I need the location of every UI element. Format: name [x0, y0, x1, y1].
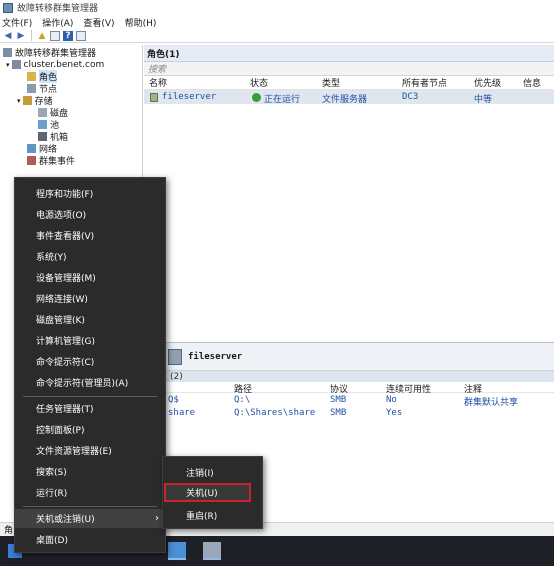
nodes-icon: [27, 84, 36, 93]
roles-icon: [27, 72, 36, 81]
menu-item-computer-management[interactable]: 计算机管理(G): [15, 331, 165, 350]
tree-item-pools[interactable]: 池: [38, 119, 59, 131]
menu-item-event-viewer[interactable]: 事件查看器(V): [15, 226, 165, 245]
menu-item-control-panel[interactable]: 控制面板(P): [15, 420, 165, 439]
cluster-icon: [11, 60, 21, 69]
menu-divider: [23, 396, 157, 397]
column-name[interactable]: 名称: [149, 76, 167, 89]
pool-icon: [38, 120, 47, 129]
menu-action[interactable]: 操作(A): [42, 16, 73, 29]
server-icon: [168, 348, 182, 365]
storage-icon: [22, 96, 32, 105]
menu-item-desktop[interactable]: 桌面(D): [15, 530, 165, 549]
winx-context-menu: 程序和功能(F) 电源选项(O) 事件查看器(V) 系统(Y) 设备管理器(M)…: [14, 177, 166, 553]
menu-file[interactable]: 文件(F): [2, 16, 32, 29]
menu-item-run[interactable]: 运行(R): [15, 483, 165, 502]
submenu-item-restart[interactable]: 重启(R): [163, 506, 262, 525]
file-server-role-icon: [150, 93, 158, 102]
cluster-manager-app-icon: [3, 2, 13, 13]
table-row[interactable]: share Q:\Shares\share SMB Yes: [144, 408, 554, 419]
column-priority[interactable]: 优先级: [474, 76, 501, 89]
menu-item-network-connections[interactable]: 网络连接(W): [15, 289, 165, 308]
tree-item-cluster[interactable]: ▾ cluster.benet.com: [6, 59, 104, 70]
menu-item-file-explorer[interactable]: 文件资源管理器(E): [15, 441, 165, 460]
menu-item-disk-management[interactable]: 磁盘管理(K): [15, 310, 165, 329]
menu-item-command-prompt[interactable]: 命令提示符(C): [15, 352, 165, 371]
shares-column-headers: 路径 协议 连续可用性 注释: [144, 382, 554, 395]
server-manager-taskbar-icon[interactable]: [168, 542, 186, 560]
submenu-item-shut-down[interactable]: 关机(U): [164, 483, 251, 502]
toolbar-divider: [31, 30, 32, 41]
column-owner-node[interactable]: 所有者节点: [402, 76, 447, 89]
detail-title: fileserver: [188, 351, 243, 362]
menu-item-system[interactable]: 系统(Y): [15, 247, 165, 266]
detail-header: fileserver: [144, 343, 554, 371]
tree-item-storage[interactable]: ▾ 存储: [17, 95, 53, 107]
table-row[interactable]: fileserver 正在运行 文件服务器 DC3 中等: [144, 90, 554, 105]
show-hide-action-pane-icon[interactable]: [76, 30, 86, 41]
disk-icon: [38, 108, 47, 117]
collapse-chevron-icon[interactable]: ▾: [17, 97, 21, 105]
tree-item-roles[interactable]: 角色: [27, 70, 58, 83]
cluster-manager-icon: [3, 48, 12, 57]
tree-item-root[interactable]: 故障转移群集管理器: [3, 47, 96, 59]
tree-item-nodes[interactable]: 节点: [27, 83, 57, 95]
roles-pane-header: 角色(1): [144, 45, 554, 62]
submenu-item-sign-out[interactable]: 注销(I): [163, 463, 262, 482]
menu-item-shutdown-signout[interactable]: 关机或注销(U) ›: [15, 509, 165, 528]
menu-item-task-manager[interactable]: 任务管理器(T): [15, 399, 165, 418]
status-text: 角: [4, 526, 14, 536]
help-icon[interactable]: ?: [63, 30, 73, 41]
events-icon: [27, 156, 36, 165]
window-title: 故障转移群集管理器: [17, 4, 99, 14]
column-info[interactable]: 信息: [523, 76, 541, 89]
tree-item-enclosures[interactable]: 机箱: [38, 131, 68, 143]
column-type[interactable]: 类型: [322, 76, 340, 89]
forward-arrow-icon[interactable]: ▶: [16, 31, 26, 41]
column-path[interactable]: 路径: [234, 382, 252, 395]
menu-item-command-prompt-admin[interactable]: 命令提示符(管理员)(A): [15, 373, 165, 392]
tree-item-disks[interactable]: 磁盘: [38, 107, 68, 119]
menu-item-device-manager[interactable]: 设备管理器(M): [15, 268, 165, 287]
menu-bar: 文件(F) 操作(A) 查看(V) 帮助(H): [0, 15, 554, 29]
back-arrow-icon[interactable]: ◀: [3, 31, 13, 41]
roles-column-headers: 名称 状态 类型 所有者节点 优先级 信息: [144, 76, 554, 90]
column-continuous-availability[interactable]: 连续可用性: [386, 382, 431, 395]
enclosure-icon: [38, 132, 47, 141]
cluster-manager-taskbar-icon[interactable]: [203, 542, 221, 560]
menu-divider: [23, 506, 157, 507]
tree-item-networks[interactable]: 网络: [27, 143, 57, 155]
submenu-arrow-icon: ›: [155, 513, 159, 524]
folder-up-icon[interactable]: ▲: [37, 31, 47, 41]
menu-item-programs-features[interactable]: 程序和功能(F): [15, 184, 165, 203]
collapse-chevron-icon[interactable]: ▾: [6, 61, 10, 69]
column-status[interactable]: 状态: [250, 76, 268, 89]
table-row[interactable]: Q$ Q:\ SMB No 群集默认共享: [144, 395, 554, 408]
shutdown-signout-label: 关机或注销(U): [36, 515, 95, 525]
window-title-bar: 故障转移群集管理器: [0, 0, 554, 15]
shutdown-submenu: 注销(I) 关机(U) 重启(R): [162, 456, 263, 529]
toolbar: ◀ ▶ ▲ ?: [0, 29, 554, 43]
show-hide-tree-icon[interactable]: [50, 30, 60, 41]
menu-help[interactable]: 帮助(H): [125, 16, 157, 29]
menu-view[interactable]: 查看(V): [83, 16, 114, 29]
running-status-icon: [252, 93, 261, 102]
shares-section-header[interactable]: (2): [144, 371, 554, 382]
menu-item-search[interactable]: 搜索(S): [15, 462, 165, 481]
roles-pane: 角色(1) 搜索 名称 状态 类型 所有者节点 优先级 信息 fileserve…: [144, 45, 554, 341]
menu-item-power-options[interactable]: 电源选项(O): [15, 205, 165, 224]
column-comment[interactable]: 注释: [464, 382, 482, 395]
tree-item-cluster-events[interactable]: 群集事件: [27, 155, 75, 167]
column-protocol[interactable]: 协议: [330, 382, 348, 395]
roles-search-input[interactable]: 搜索: [144, 62, 554, 76]
network-icon: [27, 144, 36, 153]
